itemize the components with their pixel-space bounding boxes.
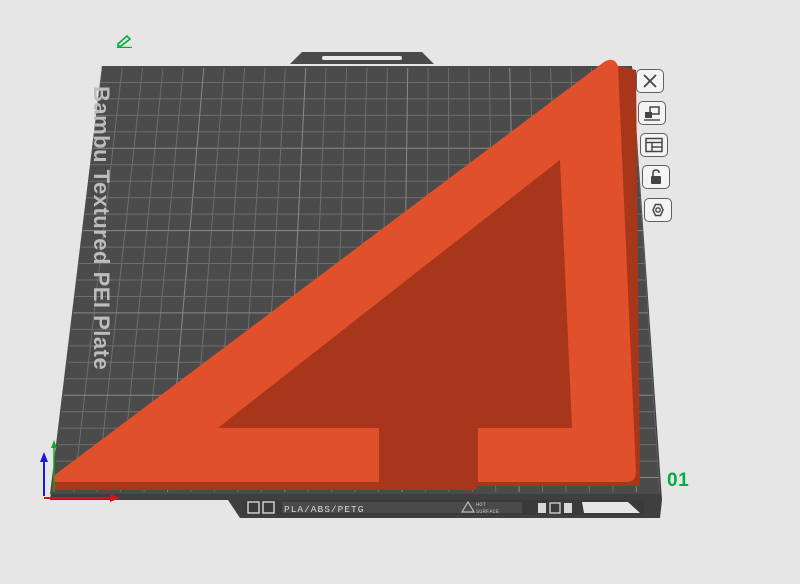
nozzle-icon <box>538 503 546 513</box>
arrange-icon <box>644 106 660 121</box>
plate-name-label: Bambu Textured PEI Plate <box>89 86 114 370</box>
build-plate-viewport[interactable]: Bambu Textured PEI Plate PLA/ABS/PETG HO… <box>0 0 800 584</box>
close-button[interactable] <box>636 69 664 93</box>
hot-surface-line1: HOT <box>476 501 487 508</box>
close-icon <box>643 74 657 88</box>
layout-button[interactable] <box>640 133 668 157</box>
bin-icon <box>564 503 572 513</box>
lock-icon <box>651 169 661 184</box>
pencil-icon[interactable] <box>115 34 133 48</box>
plate-label-strip: PLA/ABS/PETG HOT SURFACE <box>244 500 644 515</box>
plate-settings-button[interactable] <box>644 198 672 222</box>
plate-number[interactable]: 01 <box>667 470 689 492</box>
layout-icon <box>645 137 663 153</box>
lock-button[interactable] <box>642 165 670 189</box>
filament-label: PLA/ABS/PETG <box>284 504 364 515</box>
auto-arrange-button[interactable] <box>638 101 666 125</box>
settings-hex-icon <box>652 203 664 217</box>
hot-surface-line2: SURFACE <box>476 508 500 515</box>
